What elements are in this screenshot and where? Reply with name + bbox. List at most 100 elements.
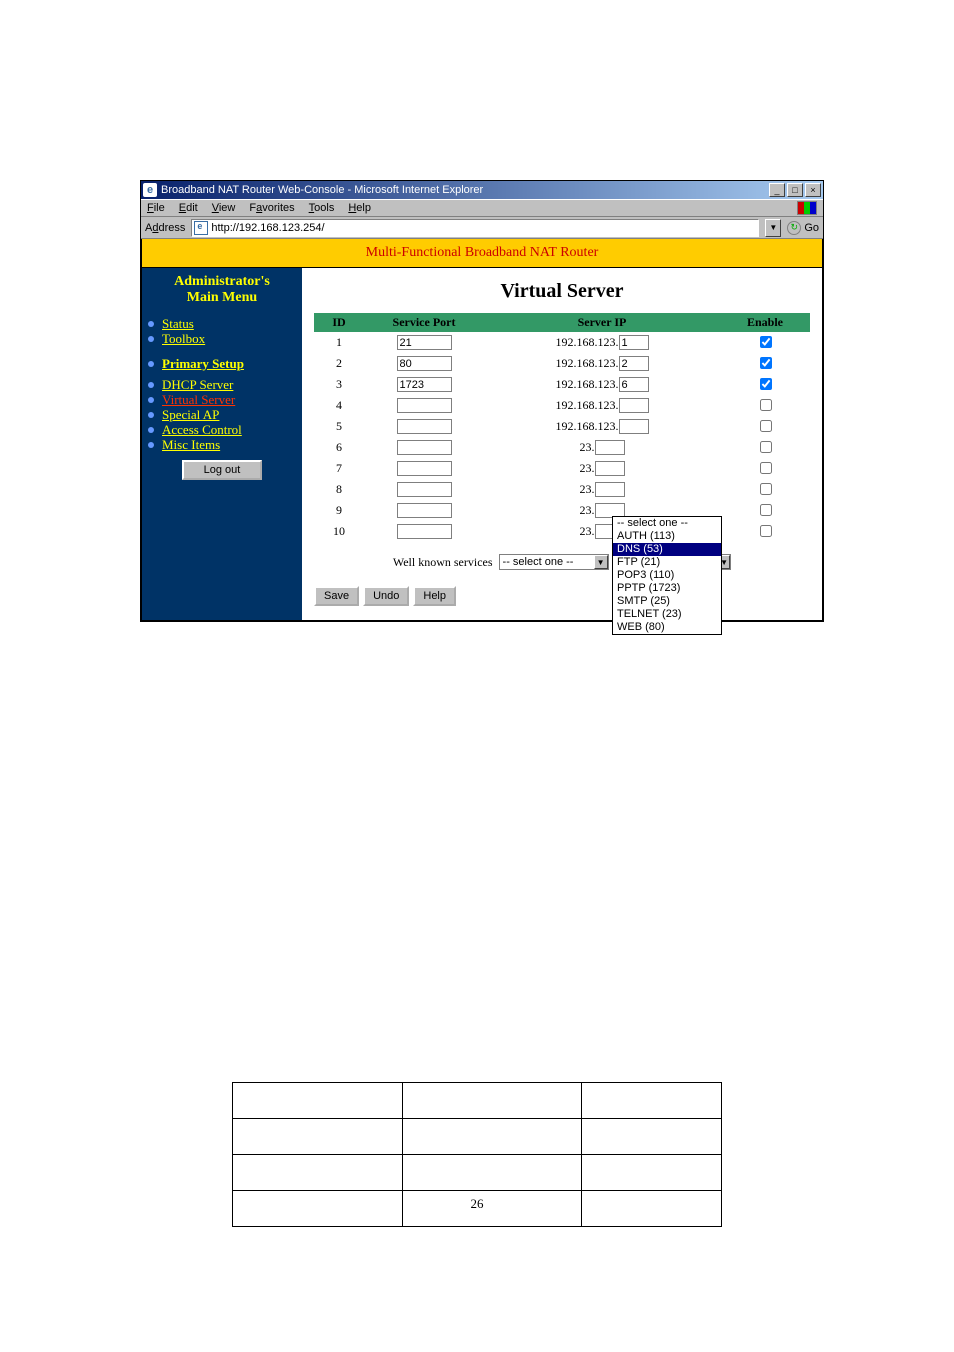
sidebar-item-special-ap[interactable]: Special AP bbox=[142, 407, 302, 422]
row-id: 9 bbox=[314, 500, 364, 521]
service-port-input[interactable] bbox=[397, 377, 452, 392]
option-dns[interactable]: DNS (53) bbox=[613, 543, 721, 556]
enable-checkbox[interactable] bbox=[760, 378, 772, 390]
table-row: 823. bbox=[314, 479, 810, 500]
server-ip-input[interactable] bbox=[619, 377, 649, 392]
sidebar-item-primary-setup[interactable]: Primary Setup bbox=[142, 356, 302, 371]
action-buttons: Save Undo Help bbox=[314, 586, 810, 606]
table-row: 3192.168.123. bbox=[314, 374, 810, 395]
enable-checkbox[interactable] bbox=[760, 525, 772, 537]
menu-file[interactable]: File bbox=[147, 202, 165, 214]
server-ip-input[interactable] bbox=[595, 461, 625, 476]
sidebar-item-virtual-server[interactable]: Virtual Server bbox=[142, 392, 302, 407]
col-ip: Server IP bbox=[484, 313, 720, 332]
option-pop3[interactable]: POP3 (110) bbox=[613, 569, 721, 582]
row-id: 2 bbox=[314, 353, 364, 374]
help-button[interactable]: Help bbox=[413, 586, 456, 606]
well-known-services-listbox[interactable]: -- select one -- AUTH (113) DNS (53) FTP… bbox=[612, 516, 722, 635]
enable-checkbox[interactable] bbox=[760, 462, 772, 474]
row-id: 7 bbox=[314, 458, 364, 479]
col-id: ID bbox=[314, 313, 364, 332]
option-web[interactable]: WEB (80) bbox=[613, 621, 721, 634]
well-known-services-row: Well known services -- select one -- ▼ C… bbox=[314, 552, 810, 572]
sidebar-item-dhcp[interactable]: DHCP Server bbox=[142, 377, 302, 392]
enable-checkbox[interactable] bbox=[760, 483, 772, 495]
row-id: 10 bbox=[314, 521, 364, 542]
server-ip-input[interactable] bbox=[595, 440, 625, 455]
row-id: 3 bbox=[314, 374, 364, 395]
go-button[interactable]: ↻ Go bbox=[787, 221, 819, 235]
address-label: Address bbox=[145, 222, 185, 234]
service-port-input[interactable] bbox=[397, 503, 452, 518]
ip-prefix: 192.168.123. bbox=[556, 356, 619, 370]
table-row: 1192.168.123. bbox=[314, 332, 810, 353]
save-button[interactable]: Save bbox=[314, 586, 359, 606]
menu-edit[interactable]: Edit bbox=[179, 202, 198, 214]
service-port-input[interactable] bbox=[397, 482, 452, 497]
option-telnet[interactable]: TELNET (23) bbox=[613, 608, 721, 621]
page-icon bbox=[194, 221, 208, 235]
table-row: 7 23. bbox=[314, 458, 810, 479]
close-button[interactable]: × bbox=[805, 183, 821, 197]
server-ip-input[interactable] bbox=[619, 398, 649, 413]
server-ip-input[interactable] bbox=[619, 356, 649, 371]
server-ip-input[interactable] bbox=[619, 335, 649, 350]
service-port-input[interactable] bbox=[397, 356, 452, 371]
sidebar-item-toolbox[interactable]: Toolbox bbox=[142, 331, 302, 346]
table-row: 5 192.168.123. bbox=[314, 416, 810, 437]
row-id: 6 bbox=[314, 437, 364, 458]
row-id: 5 bbox=[314, 416, 364, 437]
ip-prefix: 192.168.123. bbox=[556, 335, 619, 349]
service-port-input[interactable] bbox=[397, 398, 452, 413]
enable-checkbox[interactable] bbox=[760, 357, 772, 369]
enable-checkbox[interactable] bbox=[760, 420, 772, 432]
ie-icon: e bbox=[143, 183, 157, 197]
sidebar-item-access-control[interactable]: Access Control bbox=[142, 422, 302, 437]
col-enable: Enable bbox=[720, 313, 810, 332]
menu-tools[interactable]: Tools bbox=[309, 202, 335, 214]
service-port-input[interactable] bbox=[397, 524, 452, 539]
enable-checkbox[interactable] bbox=[760, 504, 772, 516]
sidebar-title: Administrator'sMain Menu bbox=[142, 268, 302, 316]
table-row: 623. bbox=[314, 437, 810, 458]
enable-checkbox[interactable] bbox=[760, 336, 772, 348]
enable-checkbox[interactable] bbox=[760, 441, 772, 453]
server-ip-input[interactable] bbox=[595, 482, 625, 497]
service-port-input[interactable] bbox=[397, 419, 452, 434]
ip-prefix: 23. bbox=[580, 461, 595, 475]
option-auth[interactable]: AUTH (113) bbox=[613, 530, 721, 543]
service-port-input[interactable] bbox=[397, 440, 452, 455]
menu-view[interactable]: View bbox=[212, 202, 236, 214]
option-ftp[interactable]: FTP (21) bbox=[613, 556, 721, 569]
well-known-services-select[interactable]: -- select one -- ▼ bbox=[499, 554, 609, 570]
option-pptp[interactable]: PPTP (1723) bbox=[613, 582, 721, 595]
service-port-input[interactable] bbox=[397, 461, 452, 476]
option-smtp[interactable]: SMTP (25) bbox=[613, 595, 721, 608]
table-row: 1023. bbox=[314, 521, 810, 542]
page-number: 26 bbox=[471, 1196, 484, 1212]
address-input[interactable]: http://192.168.123.254/ bbox=[191, 219, 759, 237]
address-dropdown-button[interactable]: ▼ bbox=[765, 219, 781, 237]
main-content: Virtual Server ID Service Port Server IP… bbox=[302, 268, 822, 620]
sidebar-item-status[interactable]: Status bbox=[142, 316, 302, 331]
browser-window: e Broadband NAT Router Web-Console - Mic… bbox=[140, 180, 824, 622]
menu-favorites[interactable]: Favorites bbox=[249, 202, 294, 214]
maximize-button[interactable]: □ bbox=[787, 183, 803, 197]
service-port-input[interactable] bbox=[397, 335, 452, 350]
menu-help[interactable]: Help bbox=[348, 202, 371, 214]
go-icon: ↻ bbox=[787, 221, 801, 235]
menubar: File Edit View Favorites Tools Help bbox=[141, 199, 823, 217]
row-id: 4 bbox=[314, 395, 364, 416]
option-placeholder[interactable]: -- select one -- bbox=[613, 517, 721, 530]
logout-button[interactable]: Log out bbox=[182, 460, 262, 480]
undo-button[interactable]: Undo bbox=[363, 586, 409, 606]
server-ip-input[interactable] bbox=[619, 419, 649, 434]
ip-prefix: 192.168.123. bbox=[556, 398, 619, 412]
minimize-button[interactable]: _ bbox=[769, 183, 785, 197]
sidebar-item-misc[interactable]: Misc Items bbox=[142, 437, 302, 452]
ie-logo-icon bbox=[797, 201, 817, 215]
table-row: 2 192.168.123. bbox=[314, 353, 810, 374]
table-row: 923. bbox=[314, 500, 810, 521]
ip-prefix: 192.168.123. bbox=[556, 419, 619, 433]
enable-checkbox[interactable] bbox=[760, 399, 772, 411]
